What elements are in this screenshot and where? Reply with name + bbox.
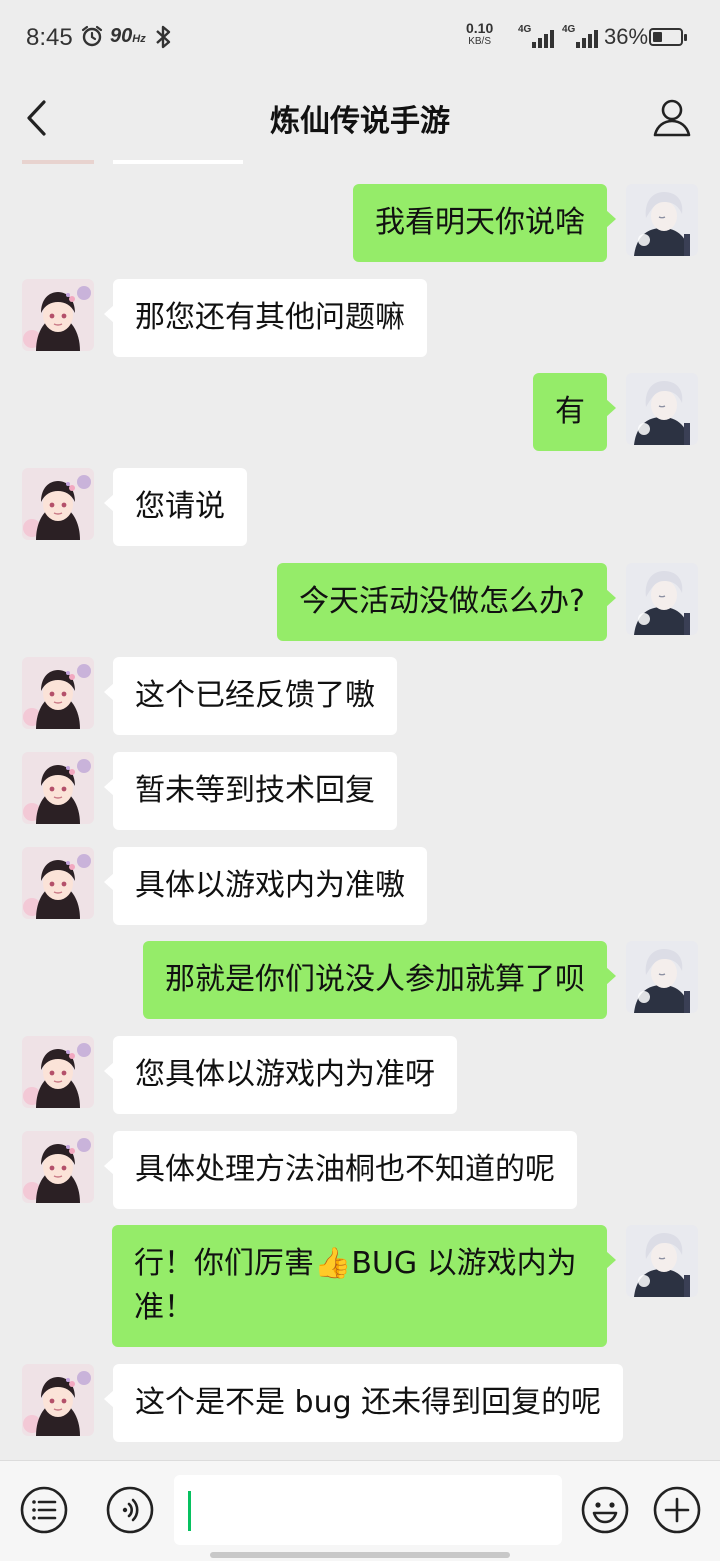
message-bubble[interactable]: 具体以游戏内为准嗷 — [104, 847, 427, 925]
message-bubble[interactable]: 今天活动没做怎么办? — [277, 563, 616, 641]
page-title: 炼仙传说手游 — [270, 104, 450, 139]
message-bubble[interactable]: 具体处理方法油桐也不知道的呢 — [104, 1131, 577, 1209]
plus-circle-icon[interactable] — [653, 1486, 701, 1534]
chat-header: 炼仙传说手游 — [0, 76, 720, 160]
avatar[interactable] — [22, 279, 94, 351]
avatar[interactable] — [626, 184, 698, 256]
message-input[interactable] — [174, 1475, 562, 1545]
alarm-icon — [81, 25, 103, 47]
battery-percent: 36% — [604, 24, 649, 49]
avatar[interactable] — [626, 1225, 698, 1297]
message-bubble[interactable]: 暂未等到技术回复 — [104, 752, 397, 830]
status-bar: 8:45 90Hz 0.10 KB/S 4G 4G 36% — [0, 0, 720, 76]
message-bubble[interactable]: 这个是不是 bug 还未得到回复的呢 — [103, 1364, 624, 1442]
network-speed: 0.10 KB/S — [466, 20, 494, 47]
battery-icon — [649, 28, 687, 46]
home-indicator[interactable] — [210, 1552, 510, 1558]
avatar[interactable] — [22, 847, 94, 919]
signal-sim1-icon: 4G — [518, 24, 556, 50]
text-cursor — [188, 1491, 191, 1531]
avatar[interactable] — [626, 941, 698, 1013]
message-bubble[interactable]: 有 — [533, 373, 616, 451]
user-icon[interactable] — [650, 96, 694, 140]
message-bubble[interactable]: 您具体以游戏内为准呀 — [104, 1036, 457, 1114]
avatar[interactable] — [22, 468, 94, 540]
avatar[interactable] — [22, 1131, 94, 1203]
bluetooth-icon — [154, 24, 172, 56]
signal-sim2-icon: 4G — [562, 24, 600, 50]
status-time: 8:45 — [26, 24, 73, 51]
message-bubble — [113, 160, 243, 164]
chat-messages[interactable]: 我看明天你说啥 那您还有其他问题嘛 有 您请说 今天活动没做怎么办? 这个已经反… — [0, 160, 720, 1460]
message-bubble[interactable]: 您请说 — [104, 468, 247, 546]
avatar[interactable] — [22, 657, 94, 729]
list-menu-icon[interactable] — [20, 1486, 68, 1534]
avatar — [22, 160, 94, 164]
input-bar — [0, 1460, 720, 1561]
refresh-rate: 90Hz — [110, 25, 146, 47]
message-bubble[interactable]: 这个已经反馈了嗷 — [104, 657, 397, 735]
avatar[interactable] — [22, 1364, 94, 1436]
avatar[interactable] — [626, 563, 698, 635]
message-bubble[interactable]: 行！你们厉害👍BUG 以游戏内为 准！ — [112, 1225, 616, 1347]
message-bubble[interactable]: 我看明天你说啥 — [353, 184, 616, 262]
message-bubble[interactable]: 那您还有其他问题嘛 — [104, 279, 427, 357]
avatar[interactable] — [626, 373, 698, 445]
avatar[interactable] — [22, 1036, 94, 1108]
voice-icon[interactable] — [106, 1486, 154, 1534]
message-bubble[interactable]: 那就是你们说没人参加就算了呗 — [143, 941, 616, 1019]
avatar[interactable] — [22, 752, 94, 824]
smiley-icon[interactable] — [581, 1486, 629, 1534]
